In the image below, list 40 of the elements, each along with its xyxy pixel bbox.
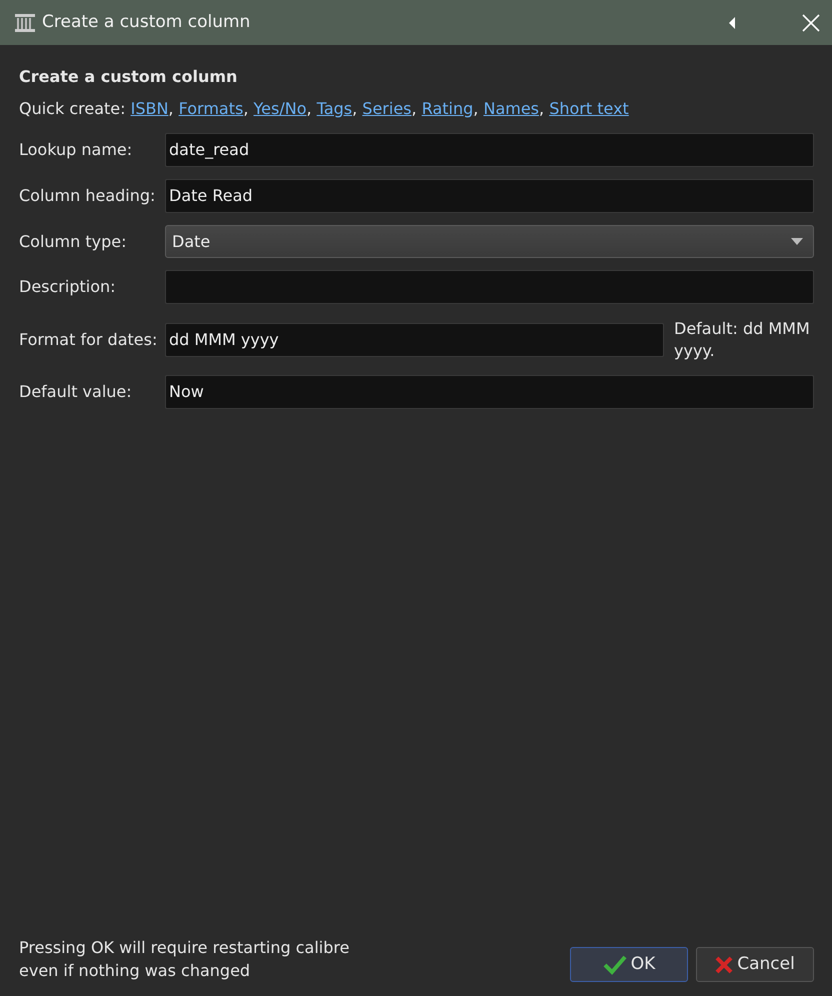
quick-create-label: Quick create: [19, 99, 127, 118]
quick-create-link[interactable]: Names [483, 99, 540, 118]
input-field[interactable]: date_read [165, 133, 814, 167]
column-type-dropdown[interactable]: Date [165, 225, 814, 258]
checkmark-icon [602, 954, 627, 974]
restart-note: Pressing OK will require restarting calibre even if nothing was changed [19, 936, 350, 982]
comma-separator: , [539, 99, 544, 118]
input-field[interactable] [165, 270, 814, 304]
quick-create-link[interactable]: Tags [316, 99, 352, 118]
input-field[interactable]: Now [165, 374, 814, 409]
field-label: Format for dates: [19, 329, 158, 352]
ok-button[interactable]: OK [570, 947, 688, 982]
quick-create-link[interactable]: Formats [178, 99, 244, 118]
comma-separator: , [243, 99, 248, 118]
comma-separator: , [352, 99, 358, 118]
field-label: Column type: [19, 230, 128, 252]
field-label: Default value: [19, 380, 133, 403]
input-field[interactable]: Date Read [165, 179, 814, 213]
dropdown-caret-icon [791, 238, 803, 245]
input-field[interactable]: dd MMM yyyy [165, 323, 664, 358]
quick-create-link[interactable]: Yes/No [254, 99, 306, 118]
comma-separator: , [306, 99, 312, 118]
comma-separator: , [473, 99, 478, 118]
cross-icon [715, 956, 734, 974]
comma-separator: , [168, 99, 174, 118]
field-label: Description: [19, 276, 117, 298]
dialog-heading: Create a custom column [19, 66, 238, 88]
quick-create-link[interactable]: ISBN [130, 99, 168, 118]
collapse-arrow-icon[interactable] [728, 16, 736, 30]
cancel-button[interactable]: Cancel [696, 947, 814, 982]
quick-create-link[interactable]: Series [362, 99, 412, 118]
field-label: Lookup name: [19, 139, 134, 161]
format-hint: Default: dd MMM yyyy. [673, 318, 811, 362]
comma-separator: , [412, 99, 417, 118]
quick-create-link[interactable]: Rating [422, 99, 474, 118]
window-title: Create a custom column [42, 10, 252, 34]
quick-create-link[interactable]: Short text [549, 99, 629, 118]
column-icon [14, 12, 36, 32]
field-label: Column heading: [19, 185, 156, 207]
close-icon[interactable] [802, 14, 820, 32]
